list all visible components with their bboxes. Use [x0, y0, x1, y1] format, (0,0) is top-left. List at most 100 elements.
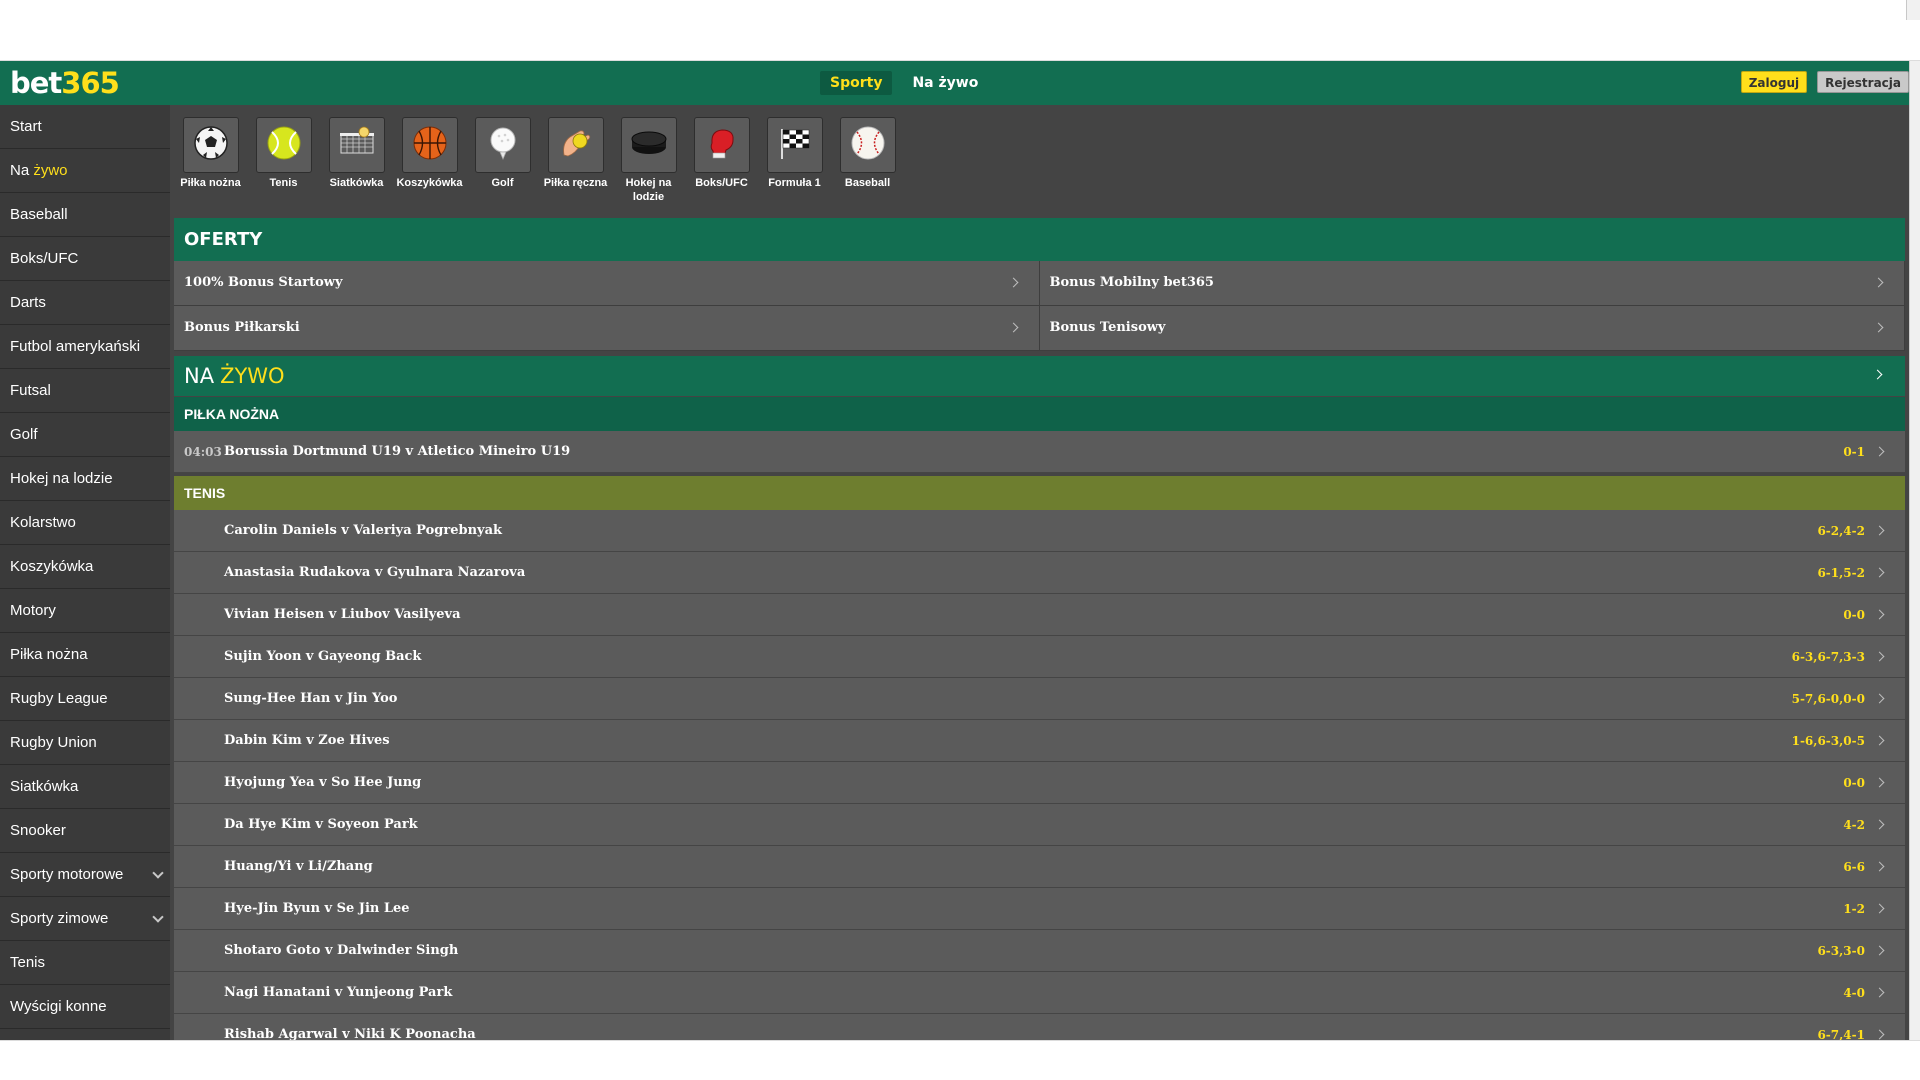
offer-item[interactable]: Bonus Piłkarski: [174, 306, 1040, 351]
logo-text: bet: [10, 66, 62, 100]
sidebar-item[interactable]: Hokej na lodzie: [0, 457, 170, 501]
sidebar-item[interactable]: Koszykówka: [0, 545, 170, 589]
match-row[interactable]: Carolin Daniels v Valeriya Pogrebnyak 6-2…: [174, 510, 1905, 552]
match-name: Dabin Kim v Zoe Hives: [224, 733, 390, 748]
offer-item[interactable]: Bonus Mobilny bet365: [1039, 261, 1905, 306]
sidebar-item[interactable]: Futbol amerykański: [0, 325, 170, 369]
sidebar-item[interactable]: Start: [0, 105, 170, 149]
sport-tile[interactable]: Golf: [466, 105, 539, 217]
sidebar-item[interactable]: Na żywo: [0, 149, 170, 193]
tennis-match-list: Carolin Daniels v Valeriya Pogrebnyak 6-2…: [174, 510, 1905, 1040]
sport-label: Tenis: [269, 177, 298, 189]
match-score: 6-6: [1843, 860, 1865, 874]
chevron-right-icon: [1874, 567, 1885, 578]
sidebar-item[interactable]: Motory: [0, 589, 170, 633]
page-scrollbar[interactable]: [1909, 61, 1920, 1071]
match-name: Borussia Dortmund U19 v Atletico Mineiro…: [224, 444, 571, 459]
offer-label: Bonus Tenisowy: [1049, 320, 1166, 335]
sport-tile[interactable]: Formuła 1: [758, 105, 831, 217]
register-button[interactable]: Rejestracja: [1817, 71, 1909, 93]
match-row[interactable]: Anastasia Rudakova v Gyulnara Nazarova 6-…: [174, 552, 1905, 594]
football-section-header[interactable]: PIŁKA NOŻNA: [174, 397, 1905, 431]
sport-tile[interactable]: Tenis: [247, 105, 320, 217]
login-button[interactable]: Zaloguj: [1740, 71, 1808, 93]
sport-tile[interactable]: Siatkówka: [320, 105, 393, 217]
match-row[interactable]: Hyojung Yea v So Hee Jung 0-0: [174, 762, 1905, 804]
match-row[interactable]: Rishab Agarwal v Niki K Poonacha 6-7,4-1: [174, 1014, 1905, 1040]
logo-number: 365: [61, 66, 120, 100]
chevron-right-icon: [1874, 693, 1885, 704]
sidebar-item[interactable]: Tenis: [0, 941, 170, 985]
match-score: 5-7,6-0,0-0: [1791, 692, 1865, 706]
match-row[interactable]: Vivian Heisen v Liubov Vasilyeva 0-0: [174, 594, 1905, 636]
sidebar-item[interactable]: Futsal: [0, 369, 170, 413]
sidebar-item-label: Start: [10, 118, 42, 135]
boxing-glove-icon: [704, 125, 740, 165]
sport-tile[interactable]: Piłka nożna: [174, 105, 247, 217]
offer-item[interactable]: 100% Bonus Startowy: [174, 261, 1040, 306]
sidebar-item-label: Tenis: [10, 954, 46, 971]
football-match-list: 04:03 Borussia Dortmund U19 v Atletico Mi…: [174, 431, 1905, 473]
match-score: 1-6,6-3,0-5: [1791, 734, 1865, 748]
sidebar-item[interactable]: Sporty zimowe: [0, 897, 170, 941]
sidebar-item-label: Wyścigi konne: [10, 998, 107, 1015]
sidebar-item-label: Kolarstwo: [10, 514, 76, 531]
match-score: 0-1: [1843, 445, 1865, 459]
sport-tile[interactable]: Baseball: [831, 105, 904, 217]
match-row[interactable]: Nagi Hanatani v Yunjeong Park 4-0: [174, 972, 1905, 1014]
match-row[interactable]: Sujin Yoon v Gayeong Back 6-3,6-7,3-3: [174, 636, 1905, 678]
sport-label: Baseball: [844, 177, 891, 189]
bet365-logo[interactable]: bet365: [10, 66, 120, 100]
sport-icon-box: [839, 117, 896, 173]
nav-tab-sports[interactable]: Sporty: [820, 71, 893, 95]
sidebar-item[interactable]: Sporty motorowe: [0, 853, 170, 897]
sport-icon-box: [693, 117, 750, 173]
sidebar-item[interactable]: Darts: [0, 281, 170, 325]
sport-tile[interactable]: Piłka ręczna: [539, 105, 612, 217]
sidebar-item[interactable]: Rugby League: [0, 677, 170, 721]
sport-tile[interactable]: Boks/UFC: [685, 105, 758, 217]
offer-item[interactable]: Bonus Tenisowy: [1039, 306, 1905, 351]
sport-tile[interactable]: Hokej na lodzie: [612, 105, 685, 217]
chevron-right-icon: [1872, 369, 1883, 380]
sidebar-item-label: Darts: [10, 294, 46, 311]
browser-bottom-area: [0, 1040, 1920, 1080]
sidebar-item[interactable]: Siatkówka: [0, 765, 170, 809]
match-row[interactable]: Dabin Kim v Zoe Hives 1-6,6-3,0-5: [174, 720, 1905, 762]
tennis-section-header[interactable]: TENIS: [174, 476, 1905, 510]
sidebar-item-label: Sporty motorowe: [10, 866, 124, 883]
match-score: 6-2,4-2: [1817, 524, 1865, 538]
chevron-right-icon: [1008, 322, 1018, 333]
sport-label: Formuła 1: [768, 177, 821, 189]
match-name: Carolin Daniels v Valeriya Pogrebnyak: [224, 523, 503, 538]
sidebar-item[interactable]: Piłka nożna: [0, 633, 170, 677]
match-name: Vivian Heisen v Liubov Vasilyeva: [224, 607, 461, 622]
sidebar-item[interactable]: Rugby Union: [0, 721, 170, 765]
match-row[interactable]: Sung-Hee Han v Jin Yoo 5-7,6-0,0-0: [174, 678, 1905, 720]
match-row[interactable]: Da Hye Kim v Soyeon Park 4-2: [174, 804, 1905, 846]
nav-tab-live[interactable]: Na żywo: [902, 71, 988, 95]
live-header[interactable]: NA ŻYWO: [174, 356, 1905, 396]
match-row[interactable]: 04:03 Borussia Dortmund U19 v Atletico Mi…: [174, 431, 1905, 473]
chevron-right-icon: [1874, 525, 1885, 536]
match-name: Da Hye Kim v Soyeon Park: [224, 817, 418, 832]
offers-grid: 100% Bonus Startowy Bonus Mobilny bet365 B…: [174, 261, 1905, 351]
sidebar-item[interactable]: Boks/UFC: [0, 237, 170, 281]
match-score: 0-0: [1843, 776, 1865, 790]
chevron-right-icon: [1874, 987, 1885, 998]
sport-label: Hokej na lodzie: [625, 177, 672, 203]
match-time: 04:03: [184, 445, 222, 459]
sidebar-item[interactable]: Snooker: [0, 809, 170, 853]
sidebar-item[interactable]: Wyścigi konne: [0, 985, 170, 1029]
sport-icon-box: [328, 117, 385, 173]
sidebar-item[interactable]: Golf: [0, 413, 170, 457]
match-row[interactable]: Hye-Jin Byun v Se Jin Lee 1-2: [174, 888, 1905, 930]
sidebar-item[interactable]: Baseball: [0, 193, 170, 237]
match-row[interactable]: Huang/Yi v Li/Zhang 6-6: [174, 846, 1905, 888]
sport-tile[interactable]: Koszykówka: [393, 105, 466, 217]
offer-label: Bonus Mobilny bet365: [1049, 275, 1214, 290]
match-row[interactable]: Shotaro Goto v Dalwinder Singh 6-3,3-0: [174, 930, 1905, 972]
sidebar-item[interactable]: Kolarstwo: [0, 501, 170, 545]
sidebar-item-highlight: żywo: [33, 162, 68, 179]
sidebar-item-label: Futsal: [10, 382, 51, 399]
